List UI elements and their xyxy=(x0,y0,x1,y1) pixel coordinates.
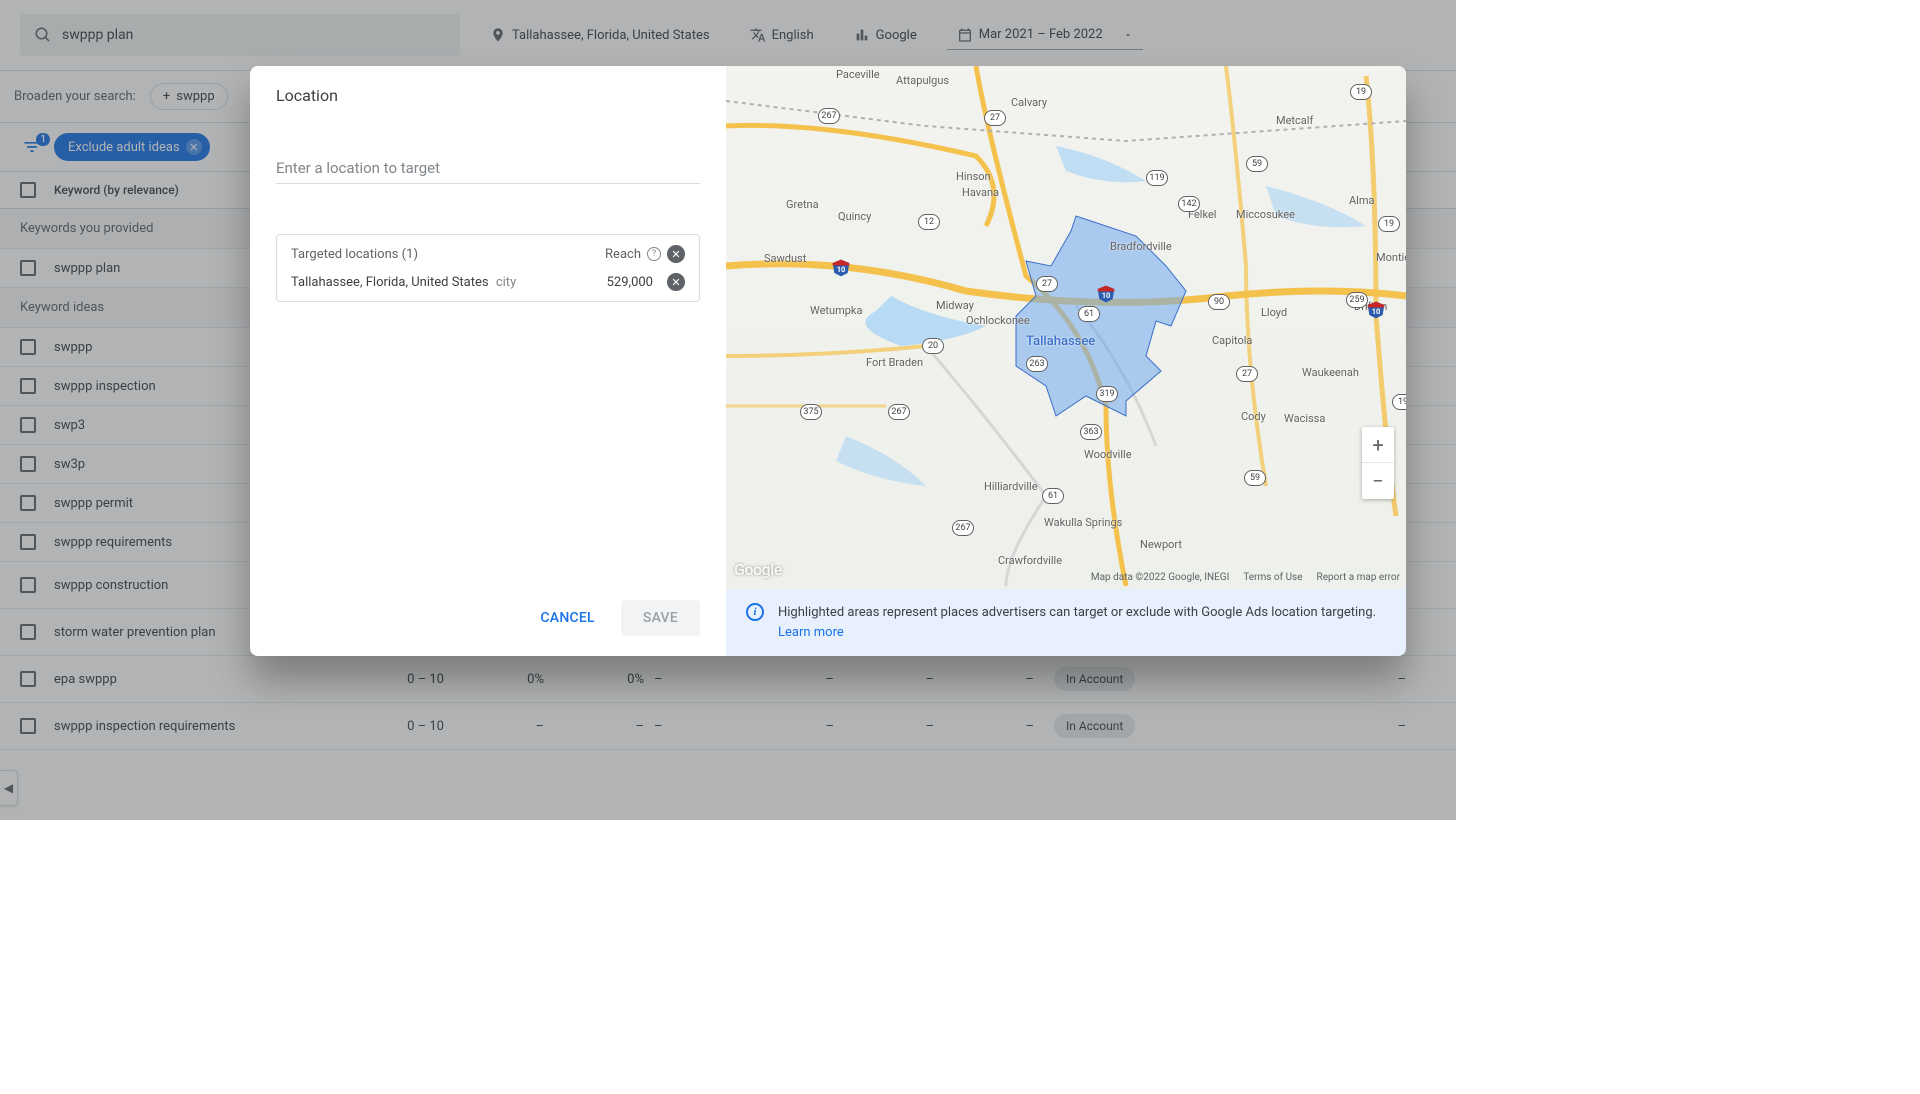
map-terms-link[interactable]: Terms of Use xyxy=(1243,572,1302,583)
save-button: SAVE xyxy=(621,600,700,636)
location-input[interactable] xyxy=(276,153,700,184)
dialog-left-panel: Location Targeted locations (1) Reach ? … xyxy=(250,66,726,656)
info-bar: i Highlighted areas represent places adv… xyxy=(726,589,1406,656)
info-icon: i xyxy=(746,603,764,621)
clear-all-button[interactable]: ✕ xyxy=(667,245,685,263)
map-report-link[interactable]: Report a map error xyxy=(1317,572,1400,583)
targeted-label: Targeted locations (1) xyxy=(291,247,418,262)
location-reach: 529,000 xyxy=(607,275,653,290)
location-dialog: Location Targeted locations (1) Reach ? … xyxy=(250,66,1406,656)
location-type: city xyxy=(496,275,516,290)
reach-label: Reach xyxy=(605,247,641,262)
location-name: Tallahassee, Florida, United States xyxy=(291,275,489,290)
dialog-right-panel: Tallahassee PacevilleAttapulgusCalvaryMe… xyxy=(726,66,1406,656)
info-text: Highlighted areas represent places adver… xyxy=(778,603,1386,642)
cancel-button[interactable]: CANCEL xyxy=(522,600,612,636)
dialog-title: Location xyxy=(276,86,700,105)
map[interactable]: Tallahassee PacevilleAttapulgusCalvaryMe… xyxy=(726,66,1406,589)
help-icon[interactable]: ? xyxy=(647,247,661,261)
map-attribution: Map data ©2022 Google, INEGI Terms of Us… xyxy=(1091,572,1400,583)
zoom-control: + − xyxy=(1362,427,1394,499)
learn-more-link[interactable]: Learn more xyxy=(778,625,844,640)
zoom-out-button[interactable]: − xyxy=(1362,463,1394,499)
google-logo: Google xyxy=(734,560,782,579)
location-row: Tallahassee, Florida, United States city… xyxy=(291,273,685,291)
map-data-text: Map data ©2022 Google, INEGI xyxy=(1091,572,1229,583)
remove-location-button[interactable]: ✕ xyxy=(667,273,685,291)
zoom-in-button[interactable]: + xyxy=(1362,427,1394,463)
targeted-locations-card: Targeted locations (1) Reach ? ✕ Tallaha… xyxy=(276,234,700,302)
